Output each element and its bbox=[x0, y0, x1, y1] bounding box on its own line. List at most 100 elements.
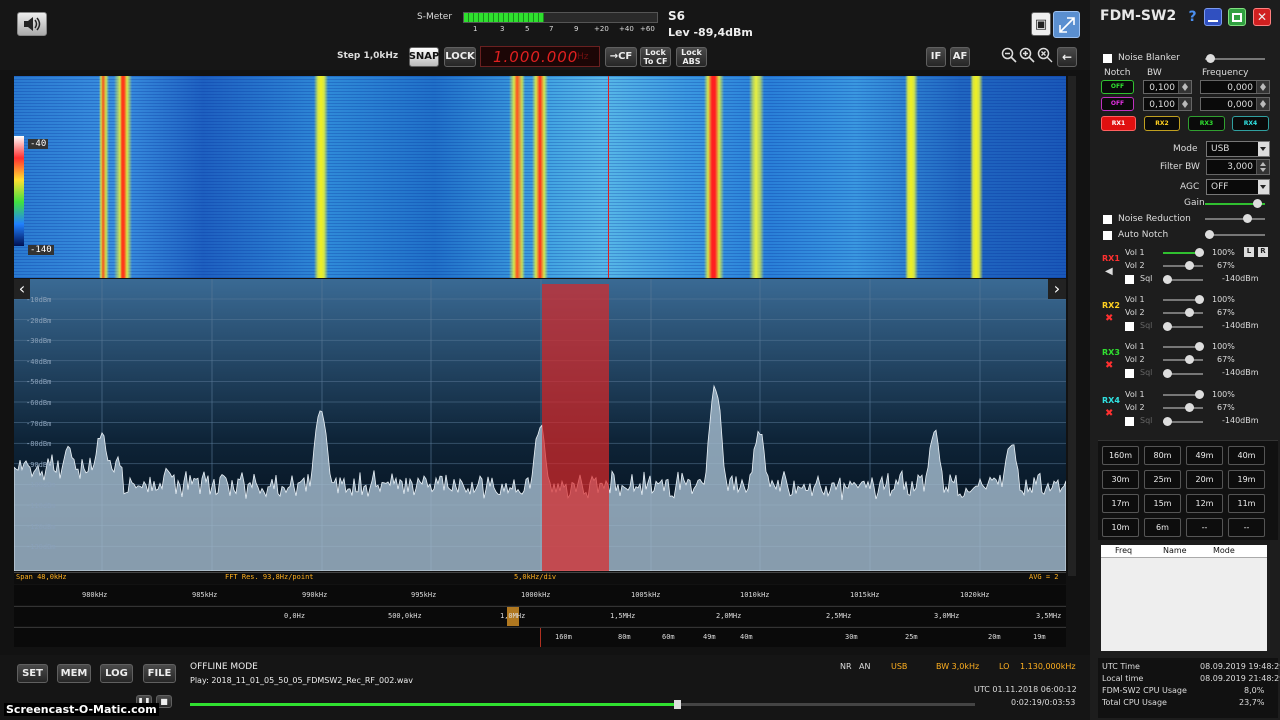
rx4-vol2-slider[interactable] bbox=[1163, 403, 1203, 412]
memory-list[interactable]: Freq Name Mode bbox=[1101, 545, 1267, 651]
band-button[interactable]: 12m bbox=[1186, 494, 1223, 513]
set-button[interactable]: SET bbox=[17, 664, 48, 683]
close-button[interactable]: ✕ bbox=[1253, 8, 1271, 26]
fft-res-label: FFT Res. 93,8Hz/point bbox=[225, 573, 314, 581]
band-button[interactable]: 19m bbox=[1228, 470, 1265, 489]
band-button[interactable]: 6m bbox=[1144, 518, 1181, 537]
auto-notch-slider[interactable] bbox=[1205, 230, 1265, 239]
notch1-bw-input[interactable]: 0,100 bbox=[1143, 80, 1192, 94]
notch1-freq-input[interactable]: 0,000 bbox=[1200, 80, 1270, 94]
gain-slider[interactable] bbox=[1205, 199, 1265, 208]
rx2-vol1-slider[interactable] bbox=[1163, 295, 1204, 304]
band-button[interactable]: 11m bbox=[1228, 494, 1265, 513]
memory-col-name[interactable]: Name bbox=[1163, 546, 1187, 555]
rx3-vol2-slider[interactable] bbox=[1163, 355, 1203, 364]
band-button[interactable]: -- bbox=[1186, 518, 1223, 537]
meter-band-tick: 49m bbox=[703, 633, 716, 641]
band-button[interactable]: 10m bbox=[1102, 518, 1139, 537]
rx1-l-button[interactable]: L bbox=[1244, 247, 1254, 257]
rx4-tab[interactable]: RX4 bbox=[1232, 116, 1269, 131]
fullscreen-icon[interactable] bbox=[1053, 11, 1080, 38]
to-cf-button[interactable]: →CF bbox=[605, 47, 637, 67]
smeter-scale: 1 3 5 7 9 +20 +40 +60 bbox=[463, 25, 658, 35]
rx2-sql-checkbox[interactable] bbox=[1125, 322, 1134, 331]
rx2-tab[interactable]: RX2 bbox=[1144, 116, 1180, 131]
agc-select[interactable]: OFF bbox=[1206, 179, 1270, 195]
band-button[interactable]: 160m bbox=[1102, 446, 1139, 465]
rx3-vol1-slider[interactable] bbox=[1163, 342, 1204, 351]
waterfall[interactable]: -40 -140 bbox=[14, 76, 1066, 278]
maximize-button[interactable] bbox=[1228, 8, 1246, 26]
zoom-reset-icon[interactable] bbox=[1037, 47, 1053, 63]
an-indicator[interactable]: AN bbox=[859, 662, 870, 671]
record-icon[interactable]: ▣ bbox=[1031, 12, 1051, 36]
nr-indicator[interactable]: NR bbox=[840, 662, 852, 671]
if-button[interactable]: IF bbox=[926, 47, 946, 67]
band-button[interactable]: 40m bbox=[1228, 446, 1265, 465]
rx2-vol2-slider[interactable] bbox=[1163, 308, 1203, 317]
scroll-right-icon[interactable]: › bbox=[1048, 279, 1066, 299]
step-label[interactable]: Step 1,0kHz bbox=[337, 51, 398, 61]
snap-button[interactable]: SNAP bbox=[409, 47, 439, 67]
frequency-display[interactable]: 1.000.000 Hz bbox=[480, 46, 600, 67]
band-button[interactable]: 80m bbox=[1144, 446, 1181, 465]
zoom-back-button[interactable]: ← bbox=[1057, 47, 1077, 67]
notch1-toggle[interactable]: OFF bbox=[1101, 80, 1134, 94]
spectrum-panel[interactable]: ‹ › -10dBm -20dBm -30dBm -40dBm -50dBm -60dBm… bbox=[14, 279, 1066, 571]
smeter-tick: 9 bbox=[574, 25, 579, 33]
speaker-icon[interactable]: ◀ bbox=[1105, 266, 1113, 277]
filter-bw-input[interactable]: 3,000 bbox=[1206, 159, 1270, 175]
band-button[interactable]: -- bbox=[1228, 518, 1265, 537]
playback-progress-handle[interactable] bbox=[673, 700, 681, 709]
noise-reduction-checkbox[interactable] bbox=[1103, 215, 1112, 224]
log-button[interactable]: LOG bbox=[100, 664, 133, 683]
lock-to-cf-button[interactable]: Lock To CF bbox=[640, 47, 671, 67]
rx1-vol1-slider[interactable] bbox=[1163, 248, 1204, 257]
auto-notch-checkbox[interactable] bbox=[1103, 231, 1112, 240]
band-button[interactable]: 25m bbox=[1144, 470, 1181, 489]
rx3-sql-checkbox[interactable] bbox=[1125, 369, 1134, 378]
rx1-r-button[interactable]: R bbox=[1258, 247, 1268, 257]
rx3-tab[interactable]: RX3 bbox=[1188, 116, 1225, 131]
memory-col-mode[interactable]: Mode bbox=[1213, 546, 1235, 555]
mute-icon[interactable]: ✖ bbox=[1105, 313, 1113, 324]
zoom-out-icon[interactable] bbox=[1001, 47, 1017, 63]
minimize-button[interactable] bbox=[1204, 8, 1222, 26]
noise-blanker-slider[interactable] bbox=[1205, 54, 1265, 63]
lock-abs-button[interactable]: Lock ABS bbox=[676, 47, 707, 67]
rx1-tab[interactable]: RX1 bbox=[1101, 116, 1136, 131]
band-button[interactable]: 15m bbox=[1144, 494, 1181, 513]
rx4-sql-checkbox[interactable] bbox=[1125, 417, 1134, 426]
rx1-vol2-slider[interactable] bbox=[1163, 261, 1203, 270]
noise-blanker-checkbox[interactable] bbox=[1103, 54, 1112, 63]
mem-button[interactable]: MEM bbox=[57, 664, 91, 683]
rx2-sql-slider[interactable] bbox=[1163, 322, 1203, 331]
file-button[interactable]: FILE bbox=[143, 664, 176, 683]
zoom-in-icon[interactable] bbox=[1019, 47, 1035, 63]
spectrum-plot[interactable] bbox=[14, 279, 1066, 571]
rx1-sql-slider[interactable] bbox=[1163, 275, 1203, 284]
rx4-vol1-slider[interactable] bbox=[1163, 390, 1204, 399]
noise-reduction-slider[interactable] bbox=[1205, 214, 1265, 223]
band-button[interactable]: 17m bbox=[1102, 494, 1139, 513]
rx3-sql-slider[interactable] bbox=[1163, 369, 1203, 378]
notch2-toggle[interactable]: OFF bbox=[1101, 97, 1134, 111]
help-button[interactable]: ? bbox=[1185, 8, 1200, 25]
notch2-bw-input[interactable]: 0,100 bbox=[1143, 97, 1192, 111]
rx4-sql-slider[interactable] bbox=[1163, 417, 1203, 426]
memory-col-freq[interactable]: Freq bbox=[1115, 546, 1132, 555]
mode-select[interactable]: USB bbox=[1206, 141, 1270, 157]
band-button[interactable]: 30m bbox=[1102, 470, 1139, 489]
mute-icon[interactable]: ✖ bbox=[1105, 360, 1113, 371]
speaker-button[interactable] bbox=[17, 12, 47, 36]
band-button[interactable]: 20m bbox=[1186, 470, 1223, 489]
lock-button[interactable]: LOCK bbox=[444, 47, 476, 67]
mute-icon[interactable]: ✖ bbox=[1105, 408, 1113, 419]
af-button[interactable]: AF bbox=[950, 47, 970, 67]
rx1-sql-checkbox[interactable] bbox=[1125, 275, 1134, 284]
waterfall-scrollbar[interactable] bbox=[1068, 76, 1076, 576]
range-scale[interactable]: 0,0Hz 500,0kHz 1,0MHz 1,5MHz 2,0MHz 2,5MHz 3,0… bbox=[14, 606, 1066, 626]
playback-progress[interactable] bbox=[190, 700, 975, 709]
band-button[interactable]: 49m bbox=[1186, 446, 1223, 465]
notch2-freq-input[interactable]: 0,000 bbox=[1200, 97, 1270, 111]
